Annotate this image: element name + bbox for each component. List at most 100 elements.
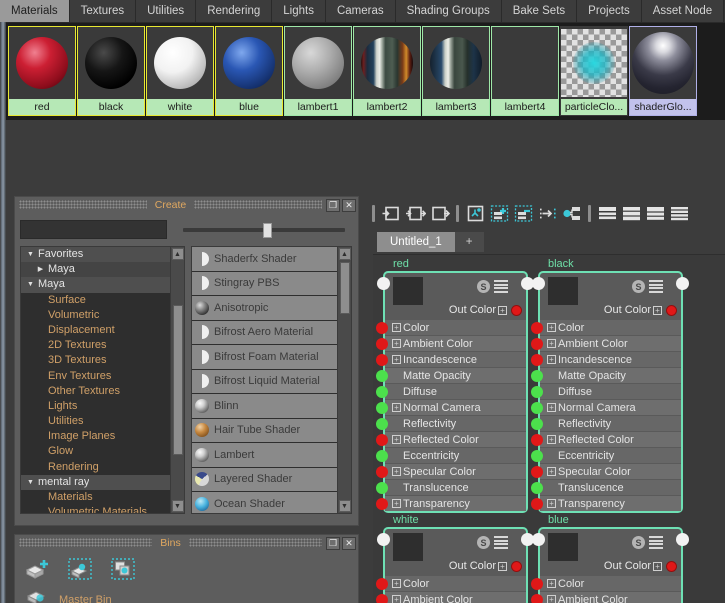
expand-icon[interactable]: +	[547, 435, 556, 444]
attribute-list-icon[interactable]	[649, 280, 663, 293]
disclosure-triangle-icon[interactable]: ▼	[23, 475, 38, 490]
swatch-size-slider[interactable]	[179, 220, 353, 239]
out-color-port[interactable]	[666, 304, 677, 316]
node-editor-tab[interactable]: Untitled_1	[377, 232, 455, 252]
tab-bake-sets[interactable]: Bake Sets	[501, 0, 578, 22]
tree-item-materials[interactable]: Materials	[21, 490, 170, 505]
attribute-port[interactable]	[376, 337, 388, 350]
expand-icon[interactable]: +	[498, 561, 507, 571]
attribute-row[interactable]: + Transparency	[376, 495, 526, 511]
tree-item-displacement[interactable]: Displacement	[21, 323, 170, 338]
input-connections-icon[interactable]	[381, 203, 402, 224]
attribute-port[interactable]	[376, 449, 388, 462]
out-color-port[interactable]	[666, 560, 677, 572]
shader-item-bifrost-foam-material[interactable]: Bifrost Foam Material	[192, 345, 337, 369]
material-swatch[interactable]: black	[77, 26, 145, 116]
tree-item-volumetric[interactable]: Volumetric	[21, 308, 170, 323]
input-and-output-connections-icon[interactable]	[405, 203, 427, 224]
material-swatch[interactable]: blue	[215, 26, 283, 116]
shader-item-shaderfx-shader[interactable]: Shaderfx Shader	[192, 247, 337, 271]
attribute-port[interactable]	[531, 385, 543, 398]
node-input-port[interactable]	[532, 533, 545, 546]
tree-item-other-textures[interactable]: Other Textures	[21, 384, 170, 399]
tab-textures[interactable]: Textures	[69, 0, 137, 22]
material-swatch[interactable]: lambert3	[422, 26, 490, 116]
display-mode-custom-icon[interactable]	[669, 203, 690, 224]
graph-node[interactable]: white S Out Color + + Color + Ambient Color	[376, 513, 534, 603]
tab-lights[interactable]: Lights	[272, 0, 326, 22]
expand-icon[interactable]: +	[392, 403, 401, 412]
expand-icon[interactable]: +	[392, 595, 401, 603]
graph-node-body[interactable]: S Out Color + + Color + Ambient Color	[376, 527, 534, 603]
tree-item-favorites[interactable]: ▼ Favorites	[21, 247, 170, 263]
expand-icon[interactable]: +	[547, 323, 556, 332]
node-output-port[interactable]	[676, 533, 689, 546]
create-bin-from-selected-icon[interactable]	[68, 558, 94, 580]
shading-group-icon[interactable]: S	[632, 280, 645, 293]
attribute-row[interactable]: Eccentricity	[531, 447, 681, 463]
material-swatch[interactable]: white	[146, 26, 214, 116]
attribute-row[interactable]: + Normal Camera	[376, 399, 526, 415]
disclosure-triangle-icon[interactable]: ▼	[23, 277, 38, 292]
attribute-row[interactable]: + Reflected Color	[531, 431, 681, 447]
attribute-port[interactable]	[531, 577, 543, 590]
scroll-down-icon[interactable]: ▼	[338, 500, 351, 512]
attribute-port[interactable]	[376, 577, 388, 590]
tree-item-maya[interactable]: ▶ Maya	[21, 262, 170, 278]
graph-node-body[interactable]: S Out Color + + Color + Ambient Color + Incandes…	[531, 271, 689, 513]
attribute-row[interactable]: Reflectivity	[376, 415, 526, 431]
attribute-row[interactable]: + Normal Camera	[531, 399, 681, 415]
attribute-row[interactable]: Diffuse	[376, 383, 526, 399]
display-mode-full-icon[interactable]	[645, 203, 666, 224]
shader-item-bifrost-liquid-material[interactable]: Bifrost Liquid Material	[192, 369, 337, 393]
tab-cameras[interactable]: Cameras	[325, 0, 396, 22]
attribute-port[interactable]	[531, 369, 543, 382]
attribute-port[interactable]	[376, 385, 388, 398]
tab-asset-node[interactable]: Asset Node	[641, 0, 725, 22]
close-icon[interactable]: ✕	[342, 536, 356, 550]
expand-icon[interactable]: +	[547, 403, 556, 412]
attribute-port[interactable]	[376, 465, 388, 478]
disclosure-triangle-icon[interactable]: ▶	[33, 262, 48, 277]
expand-icon[interactable]: +	[498, 305, 507, 315]
attribute-port[interactable]	[531, 449, 543, 462]
node-input-port[interactable]	[377, 277, 390, 290]
attribute-row[interactable]: + Color	[376, 575, 526, 591]
attribute-row[interactable]: + Incandescence	[531, 351, 681, 367]
select-bin-objects-icon[interactable]	[111, 558, 137, 580]
tree-item-2d-textures[interactable]: 2D Textures	[21, 338, 170, 353]
shader-item-anisotropic[interactable]: Anisotropic	[192, 296, 337, 320]
material-swatch[interactable]: lambert1	[284, 26, 352, 116]
attribute-row[interactable]: + Color	[531, 575, 681, 591]
shader-item-lambert[interactable]: Lambert	[192, 443, 337, 467]
attribute-row[interactable]: Translucence	[531, 479, 681, 495]
expand-icon[interactable]: +	[547, 355, 556, 364]
node-editor-tab-bar[interactable]: Untitled_1 +	[365, 230, 725, 252]
expand-icon[interactable]: +	[392, 339, 401, 348]
scroll-up-icon[interactable]: ▲	[171, 248, 184, 260]
scroll-up-icon[interactable]: ▲	[338, 248, 351, 260]
attribute-row[interactable]: Translucence	[376, 479, 526, 495]
material-swatch[interactable]: shaderGlo...	[629, 26, 697, 116]
attribute-row[interactable]: + Color	[531, 319, 681, 335]
pin-selected-icon[interactable]	[537, 203, 558, 224]
expand-icon[interactable]: +	[653, 561, 662, 571]
shader-item-hair-tube-shader[interactable]: Hair Tube Shader	[192, 418, 337, 442]
node-editor-toolbar[interactable]	[365, 196, 725, 230]
create-category-tree[interactable]: ▼ Favorites ▶ Maya ▼ Maya Surface Volumetric Dis…	[20, 246, 185, 514]
attribute-port[interactable]	[376, 497, 388, 510]
attribute-port[interactable]	[531, 433, 543, 446]
remove-selected-nodes-icon[interactable]	[513, 203, 534, 224]
attribute-row[interactable]: Reflectivity	[531, 415, 681, 431]
tab-shading-groups[interactable]: Shading Groups	[395, 0, 502, 22]
attribute-port[interactable]	[376, 321, 388, 334]
graph-node[interactable]: black S Out Color + + Color + Ambient Color + Inc…	[531, 257, 689, 513]
tree-item-mental-ray[interactable]: ▼ mental ray	[21, 474, 170, 490]
tree-item-image-planes[interactable]: Image Planes	[21, 429, 170, 444]
out-color-port[interactable]	[511, 304, 522, 316]
restore-icon[interactable]: ❐	[326, 198, 341, 212]
attribute-row[interactable]: + Ambient Color	[376, 335, 526, 351]
tree-item-3d-textures[interactable]: 3D Textures	[21, 353, 170, 368]
material-swatch[interactable]: lambert2	[353, 26, 421, 116]
display-mode-connected-icon[interactable]	[621, 203, 642, 224]
